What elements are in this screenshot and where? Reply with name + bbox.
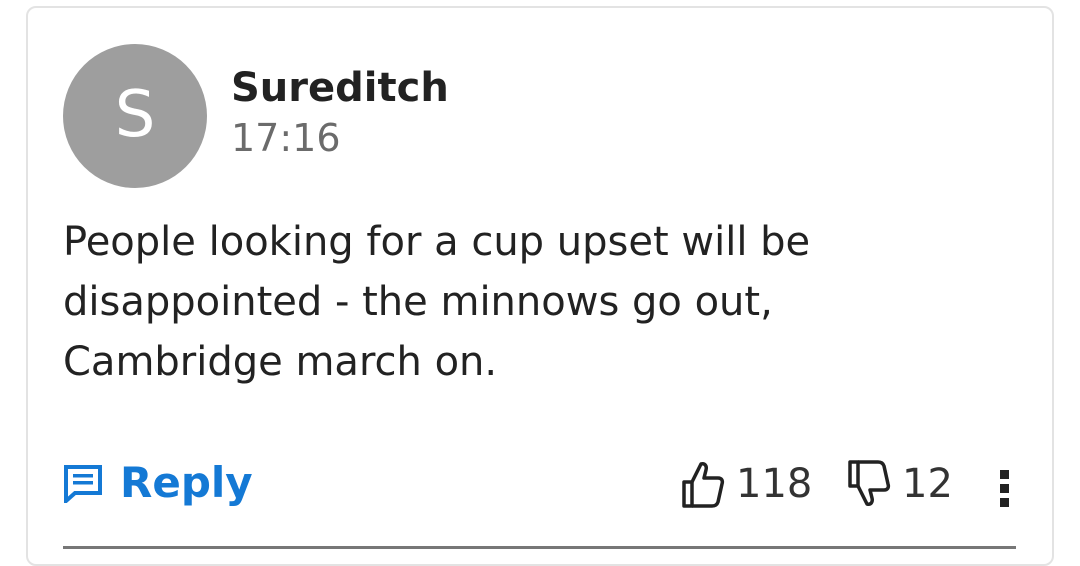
more-options-button[interactable]: [990, 466, 1020, 510]
reply-label: Reply: [120, 458, 253, 507]
comment-body: People looking for a cup upset will be d…: [63, 212, 963, 392]
comment-body-line: Cambridge march on.: [63, 339, 498, 385]
reply-button[interactable]: Reply: [63, 458, 253, 508]
comment-body-line: disappointed - the minnows go out,: [63, 279, 773, 325]
thumbs-down-icon: [848, 460, 891, 506]
comment-body-line: People looking for a cup upset will be: [63, 219, 811, 265]
avatar: S: [63, 44, 207, 188]
divider: [63, 546, 1016, 549]
thumbs-up-icon: [682, 462, 725, 508]
avatar-initial: S: [114, 78, 156, 152]
comment-timestamp: 17:16: [231, 116, 341, 160]
dislike-count: 12: [902, 461, 953, 507]
like-button[interactable]: 118: [680, 458, 812, 510]
author-name[interactable]: Sureditch: [231, 64, 449, 112]
dislike-button[interactable]: 12: [846, 458, 953, 510]
like-count: 118: [736, 461, 813, 507]
comment-lines-icon: [64, 465, 102, 504]
